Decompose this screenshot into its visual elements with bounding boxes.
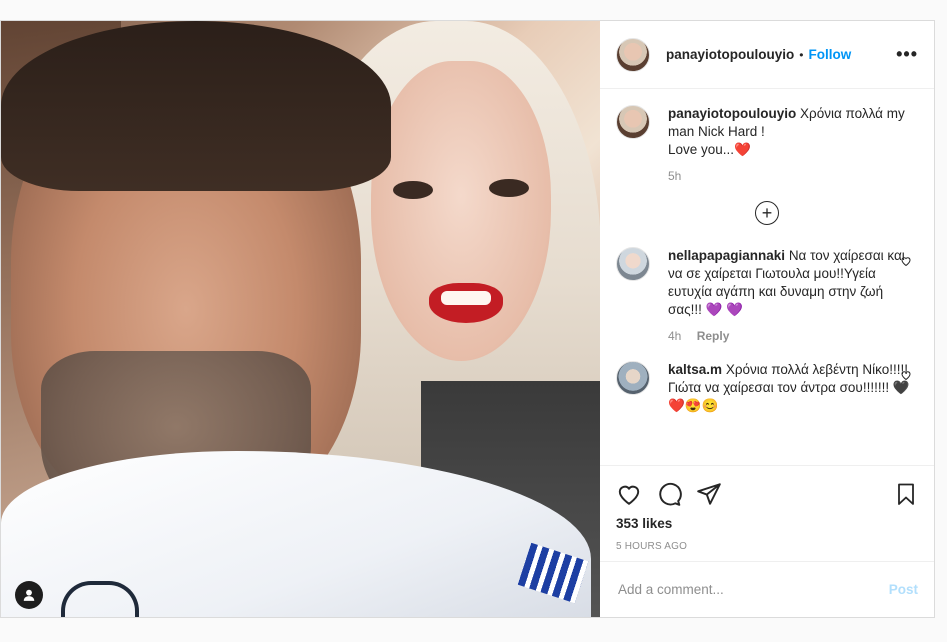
like-heart-icon[interactable] [616, 481, 642, 507]
reply-button[interactable]: Reply [697, 329, 730, 343]
avatar[interactable] [616, 361, 650, 395]
comment-bubble-icon[interactable] [656, 481, 682, 507]
comment-username[interactable]: kaltsa.m [668, 362, 722, 377]
more-options-icon[interactable]: ••• [896, 44, 918, 65]
caption: panayiotopoulouyio Χρόνια πολλά my man N… [616, 105, 918, 185]
caption-time[interactable]: 5h [668, 169, 681, 183]
share-paper-plane-icon[interactable] [696, 481, 722, 507]
comment-input[interactable] [616, 581, 889, 598]
comment-username[interactable]: nellapapagiannaki [668, 248, 785, 263]
comment-time[interactable]: 4h [668, 329, 681, 343]
list-item: kaltsa.m Χρόνια πολλά λεβέντη Νίκο!!!!!Γ… [616, 361, 918, 415]
photo-collar [61, 581, 139, 617]
like-comment-heart-icon[interactable] [900, 369, 912, 381]
photo-eye [393, 181, 433, 199]
caption-username[interactable]: panayiotopoulouyio [668, 106, 796, 121]
avatar[interactable] [616, 37, 650, 72]
photo-man-hair [1, 21, 391, 191]
post-header: panayiotopoulouyio • Follow ••• [600, 21, 934, 89]
load-more-comments-icon[interactable]: + [755, 201, 779, 225]
likes-count[interactable]: 353 likes [616, 516, 918, 531]
list-item: nellapapagiannaki Να τον χαίρεσαι και να… [616, 247, 918, 345]
like-comment-heart-icon[interactable] [900, 255, 912, 267]
red-heart-emoji: ❤️ [734, 142, 751, 157]
post-comment-button[interactable]: Post [889, 582, 918, 597]
header-username[interactable]: panayiotopoulouyio [666, 47, 794, 62]
user-icon [23, 589, 35, 601]
add-comment-bar: Post [600, 561, 934, 617]
post-sidebar: panayiotopoulouyio • Follow ••• panayiot… [600, 21, 934, 617]
follow-button[interactable]: Follow [808, 47, 851, 62]
caption-text-line2: Love you... [668, 142, 735, 157]
tagged-users-button[interactable] [15, 581, 43, 609]
photo-teeth [441, 291, 491, 305]
post-timestamp[interactable]: 5 HOURS AGO [616, 541, 918, 552]
avatar[interactable] [616, 105, 650, 139]
avatar[interactable] [616, 247, 650, 281]
save-bookmark-icon[interactable] [894, 482, 918, 506]
photo-eye [489, 179, 529, 197]
post-photo[interactable] [1, 21, 600, 617]
comments-list[interactable]: panayiotopoulouyio Χρόνια πολλά my man N… [600, 89, 934, 465]
purple-heart-emoji: 💜 💜 [705, 302, 744, 317]
separator-dot: • [799, 47, 804, 62]
instagram-post: panayiotopoulouyio • Follow ••• panayiot… [0, 20, 935, 618]
post-actions: 353 likes 5 HOURS AGO [600, 465, 934, 561]
